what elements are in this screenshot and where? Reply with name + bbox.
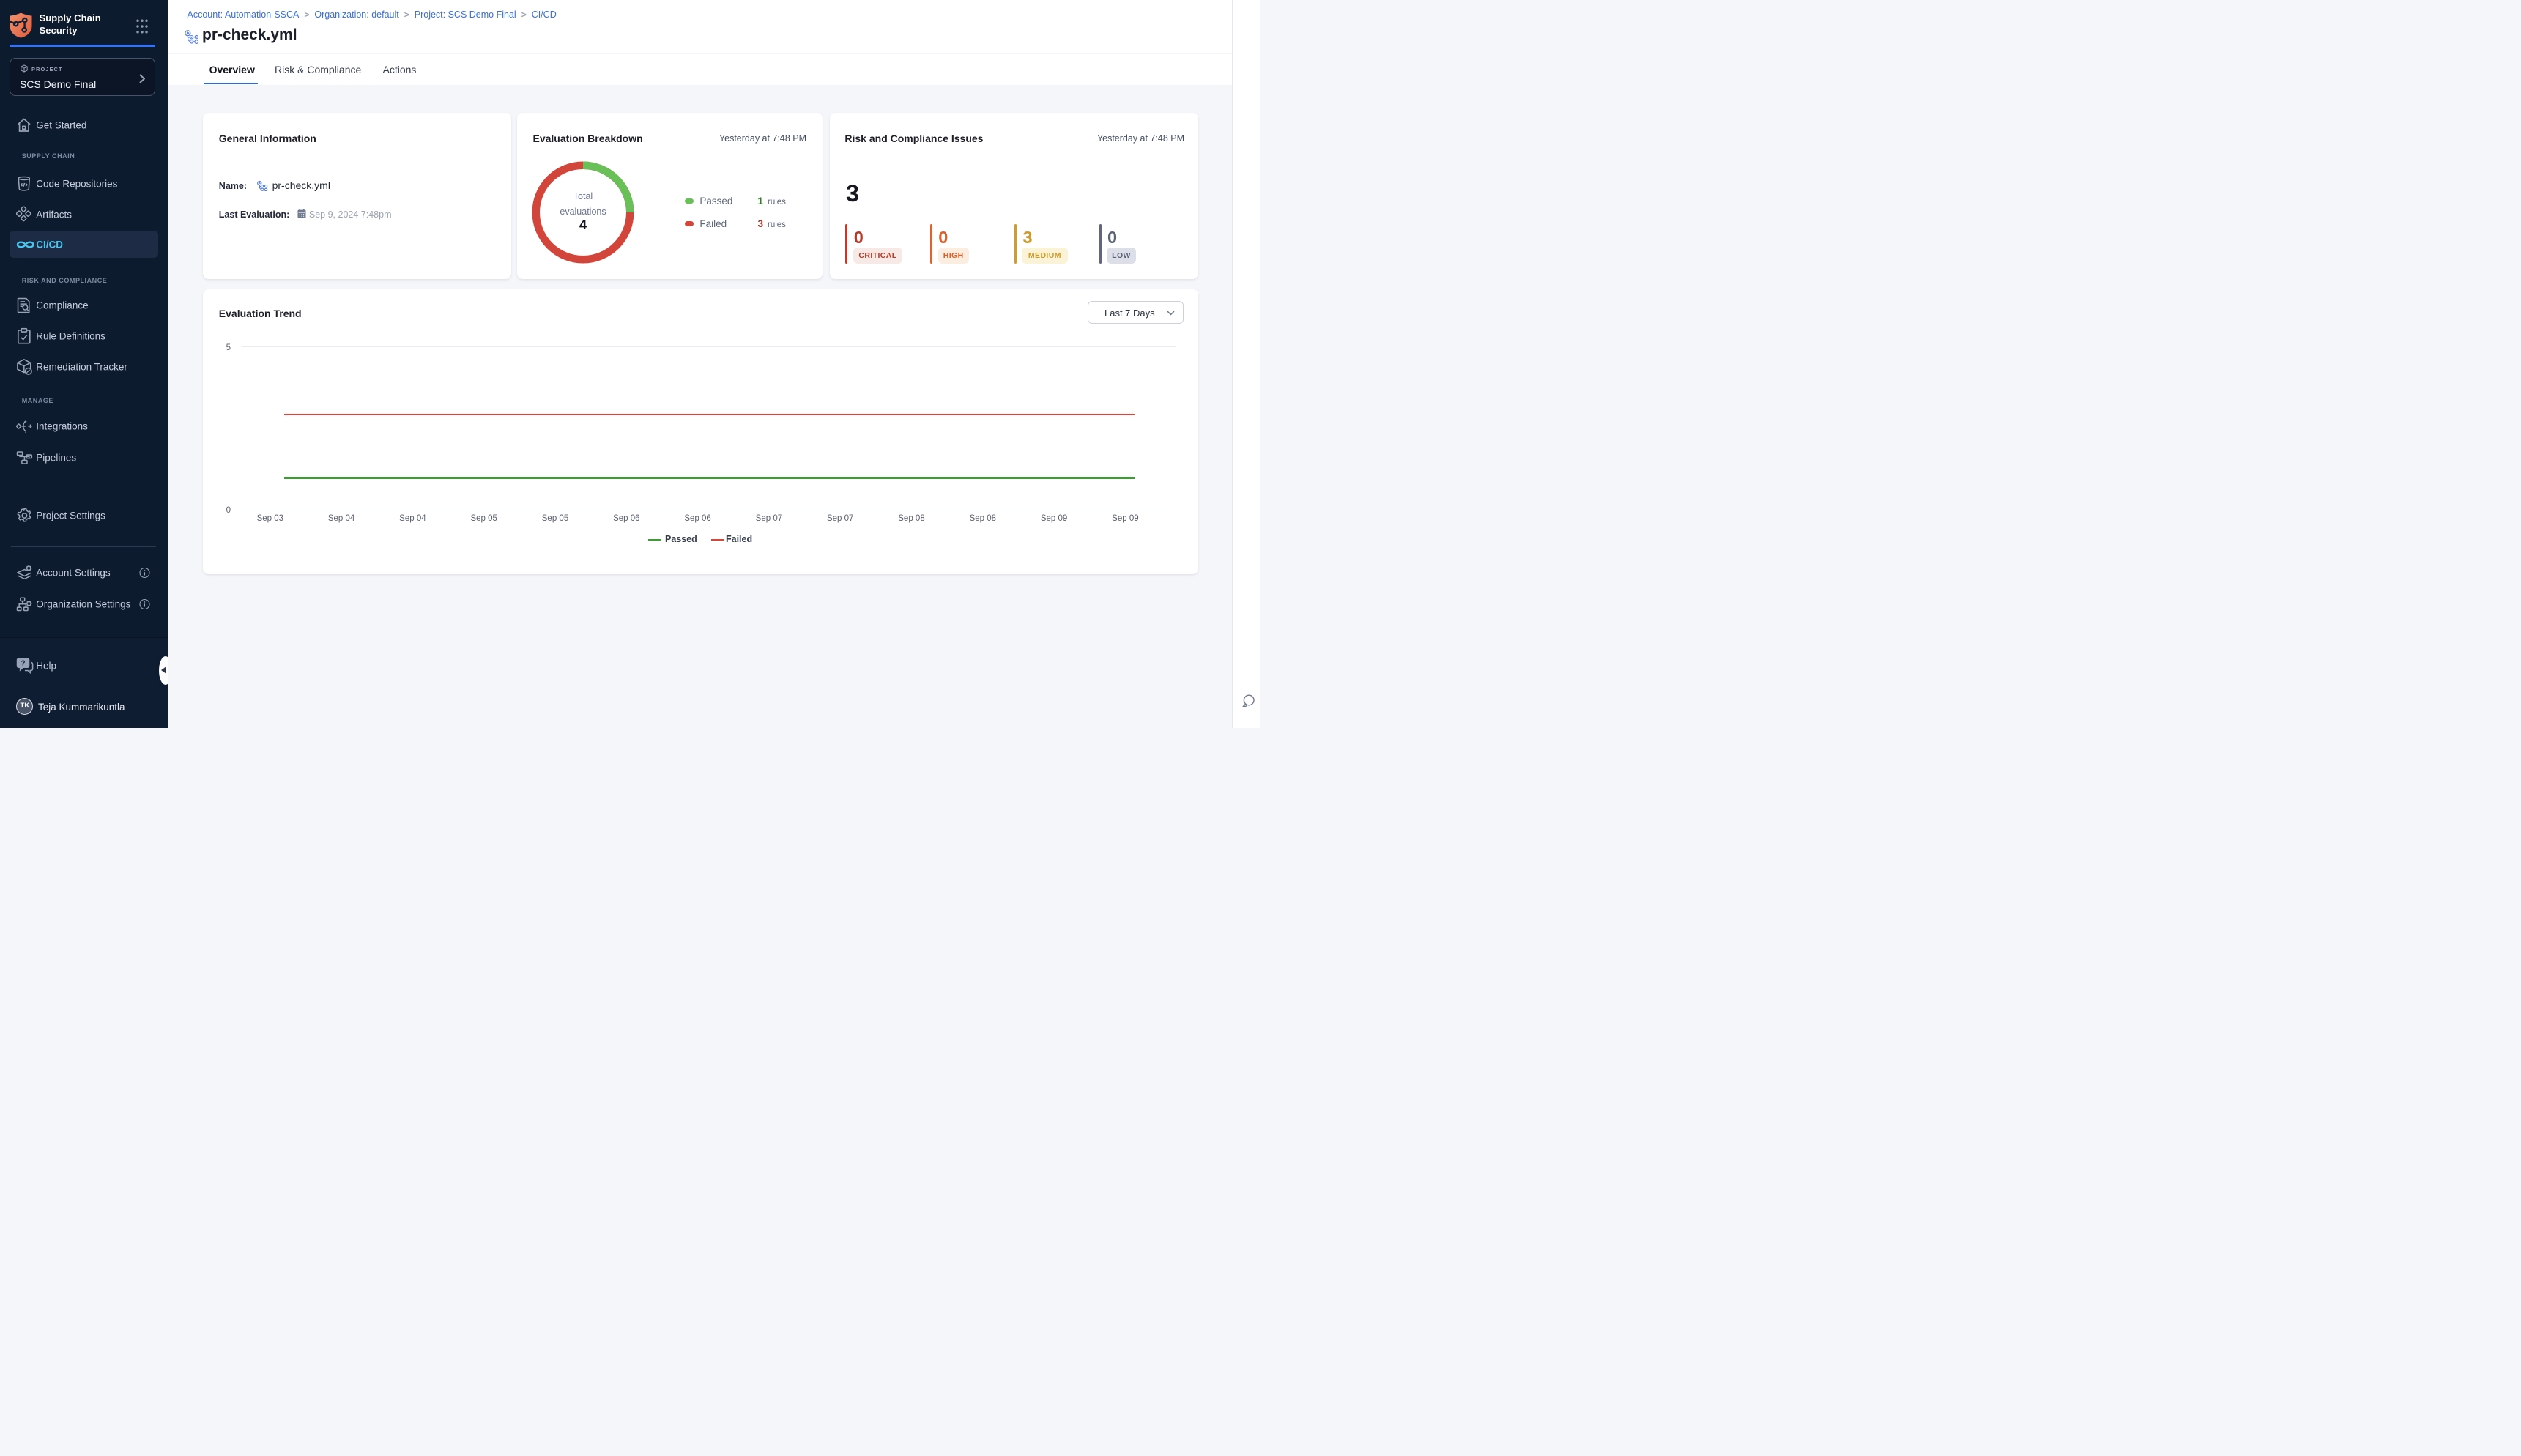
svg-text:?: ? xyxy=(21,660,25,668)
